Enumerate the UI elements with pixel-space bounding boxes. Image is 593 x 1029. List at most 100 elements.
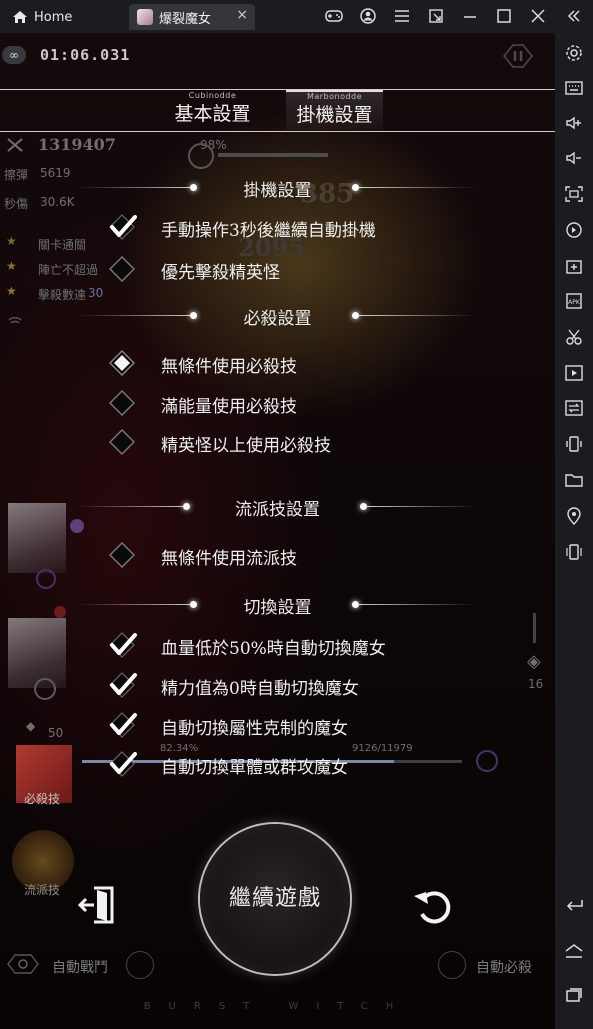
option-switch-target-type[interactable]: 自動切換單體或群攻魔女	[103, 746, 463, 782]
score-value: 1319407	[38, 135, 116, 154]
checkbox-checked-icon[interactable]	[107, 630, 137, 660]
minimize-icon[interactable]	[459, 5, 481, 27]
element-icon-1	[70, 519, 84, 533]
checkbox-checked-icon[interactable]	[107, 212, 137, 242]
option-school-always[interactable]: 無條件使用流派技	[103, 537, 463, 573]
game-app-icon	[137, 9, 153, 25]
tab-basic-settings-label: 基本設置	[174, 103, 251, 125]
home-tab[interactable]: Home	[6, 4, 124, 30]
account-icon[interactable]	[357, 5, 379, 27]
option-switch-element-label: 自動切換屬性克制的魔女	[161, 719, 348, 739]
window-titlebar: Home 爆裂魔女 ×	[0, 0, 593, 33]
auto-battle-icon[interactable]	[6, 951, 40, 977]
undo-icon[interactable]	[410, 884, 454, 928]
svg-text:APK: APK	[568, 299, 581, 306]
tab-basic-settings[interactable]: Cubinodde 基本設置	[165, 91, 260, 131]
option-ultimate-always[interactable]: 無條件使用必殺技	[103, 345, 463, 381]
energy-bar	[218, 153, 328, 157]
checkbox-checked-icon[interactable]	[107, 710, 137, 740]
home-icon[interactable]	[563, 940, 585, 962]
section-ultimate-right-line	[358, 315, 476, 316]
option-ultimate-elite[interactable]: 精英怪以上使用必殺技	[103, 424, 463, 460]
option-switch-element[interactable]: 自動切換屬性克制的魔女	[103, 707, 463, 743]
game-tab[interactable]: 爆裂魔女 ×	[129, 4, 255, 30]
radio-unselected-icon[interactable]	[107, 427, 137, 457]
option-switch-no-stamina-label: 精力值為0時自動切換魔女	[161, 679, 359, 699]
pause-button[interactable]	[500, 43, 536, 69]
expand-window-icon[interactable]	[425, 5, 447, 27]
option-elite-priority[interactable]: 優先擊殺精英怪	[103, 251, 463, 287]
mission-1: 關卡通關	[38, 238, 87, 252]
option-switch-low-hp-label: 血量低於50%時自動切換魔女	[161, 639, 386, 659]
close-icon[interactable]	[527, 5, 549, 27]
sync-icon[interactable]	[563, 397, 585, 419]
continue-game-label: 繼續遊戲	[228, 886, 321, 911]
section-idle: 掛機設置	[0, 176, 555, 201]
top-hud: ∞ 01:06.031	[0, 43, 555, 73]
side-diamond-icon: ◈	[527, 651, 541, 672]
mission-3-value: 30	[88, 286, 104, 300]
element-ring-icon-1	[36, 569, 56, 589]
right-sidebar: APK	[555, 0, 593, 1029]
tab-idle-settings-label: 掛機設置	[296, 104, 373, 126]
install-icon[interactable]	[563, 255, 585, 277]
cut-icon[interactable]	[563, 326, 585, 348]
radio-unselected-icon[interactable]	[107, 388, 137, 418]
section-switch: 切換設置	[0, 593, 555, 618]
target-ring-icon	[476, 750, 498, 772]
close-tab-icon[interactable]: ×	[236, 7, 248, 23]
auto-battle-toggle-icon[interactable]	[126, 951, 154, 979]
star-icon-2: ★	[6, 259, 17, 273]
volume-down-icon[interactable]	[563, 147, 585, 169]
auto-battle-label[interactable]: 自動戰鬥	[52, 957, 108, 977]
folder-icon[interactable]	[563, 469, 585, 491]
checkbox-unchecked-icon[interactable]	[107, 254, 137, 284]
tab-idle-settings[interactable]: Marbonodde 掛機設置	[286, 90, 383, 130]
star-icon-1: ★	[6, 234, 17, 248]
section-school-right-line	[366, 506, 476, 507]
record-icon[interactable]	[563, 362, 585, 384]
section-ultimate: 必殺設置	[0, 304, 555, 329]
section-idle-title: 掛機設置	[243, 181, 312, 201]
gamepad-icon[interactable]	[323, 5, 345, 27]
location-icon[interactable]	[563, 505, 585, 527]
section-ultimate-title: 必殺設置	[243, 309, 312, 329]
option-switch-target-type-label: 自動切換單體或群攻魔女	[161, 758, 348, 778]
checkbox-unchecked-icon[interactable]	[107, 540, 137, 570]
auto-ultimate-label[interactable]: 自動必殺	[476, 957, 532, 977]
school-skill-label: 流派技	[24, 883, 61, 897]
device-icon[interactable]	[563, 541, 585, 563]
exit-stage-button[interactable]	[76, 882, 122, 928]
energy-orb-icon	[188, 143, 214, 169]
checkbox-checked-icon[interactable]	[107, 670, 137, 700]
settings-icon[interactable]	[563, 42, 585, 64]
maximize-icon[interactable]	[493, 5, 515, 27]
auto-ultimate-toggle-icon[interactable]	[438, 951, 466, 979]
skill-value: 50	[48, 726, 64, 740]
collapse-sidebar-icon[interactable]	[563, 5, 585, 27]
back-icon[interactable]	[563, 894, 585, 916]
home-icon	[13, 11, 27, 23]
game-tab-title: 爆裂魔女	[159, 11, 212, 27]
radio-selected-icon[interactable]	[107, 348, 137, 378]
section-switch-right-line	[358, 604, 476, 605]
keyboard-icon[interactable]	[563, 77, 585, 99]
option-switch-no-stamina[interactable]: 精力值為0時自動切換魔女	[103, 667, 463, 703]
apk-icon[interactable]: APK	[563, 290, 585, 312]
volume-up-icon[interactable]	[563, 112, 585, 134]
screenshot-icon[interactable]	[563, 183, 585, 205]
continue-game-button[interactable]: 繼續遊戲	[200, 824, 350, 974]
section-switch-title: 切換設置	[243, 598, 312, 618]
rotate-icon[interactable]	[563, 219, 585, 241]
recent-apps-icon[interactable]	[563, 984, 585, 1006]
infinity-badge: ∞	[2, 46, 26, 64]
witch-portrait-2[interactable]	[8, 618, 66, 688]
checkbox-checked-icon[interactable]	[107, 749, 137, 779]
option-resume-auto[interactable]: 手動操作3秒後繼續自動掛機	[103, 209, 463, 245]
option-ultimate-full-energy[interactable]: 滿能量使用必殺技	[103, 385, 463, 421]
brand-watermark: BURST WITCH	[143, 1001, 412, 1012]
shake-icon[interactable]	[563, 433, 585, 455]
option-switch-low-hp[interactable]: 血量低於50%時自動切換魔女	[103, 627, 463, 663]
menu-icon[interactable]	[391, 5, 413, 27]
option-resume-auto-label: 手動操作3秒後繼續自動掛機	[161, 221, 376, 241]
